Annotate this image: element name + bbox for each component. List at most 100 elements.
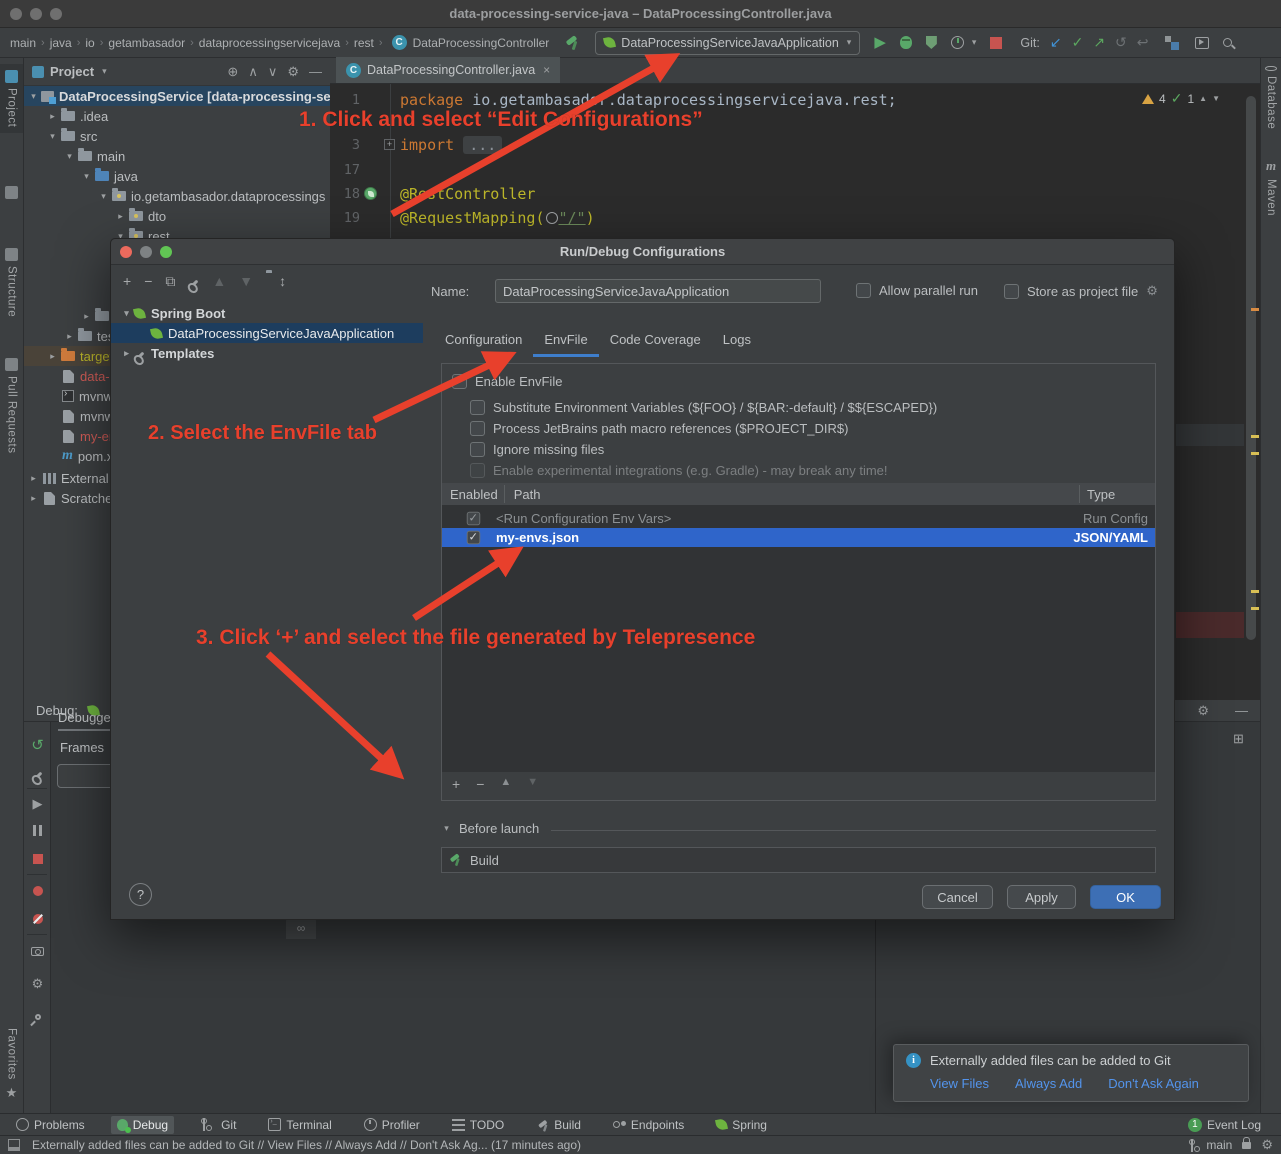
diagram-icon[interactable] [1164,35,1179,50]
tool-window-terminal[interactable]: Terminal [262,1116,337,1134]
dialog-window-controls[interactable] [120,246,180,258]
sort-configurations-icon[interactable]: ↕ [279,273,286,290]
pause-icon[interactable] [24,824,51,839]
git-push-icon[interactable]: ↗ [1093,34,1105,51]
tab-envfile[interactable]: EnvFile [533,325,599,357]
stop-icon[interactable] [24,852,51,867]
profiler-button[interactable] [950,36,964,49]
url-mapping-icon[interactable] [545,212,558,224]
remove-configuration-icon[interactable]: − [144,273,152,290]
path-macro-checkbox[interactable]: Process JetBrains path macro references … [470,421,848,436]
git-branch-name[interactable]: main [1206,1138,1232,1152]
tool-window-todo[interactable]: TODO [446,1116,510,1134]
close-window-icon[interactable] [10,8,22,20]
tool-window-git[interactable]: Git [194,1116,242,1134]
tab-code-coverage[interactable]: Code Coverage [599,325,712,357]
before-launch-section[interactable]: Before launch [441,821,539,836]
checkbox-icon[interactable] [470,421,485,436]
enable-envfile-checkbox[interactable]: Enable EnvFile [452,373,562,389]
wrench-icon[interactable] [24,766,51,782]
chevron-right-icon[interactable] [28,473,39,484]
add-env-file-icon[interactable]: + [452,776,460,792]
breadcrumb-rest[interactable]: rest [354,36,374,50]
edit-defaults-icon[interactable] [188,273,199,290]
tool-window-debug[interactable]: Debug [110,1115,175,1134]
breadcrumb-class[interactable]: DataProcessingController [413,36,550,50]
scrollbar-mark[interactable] [1251,308,1259,311]
expand-all-icon[interactable]: ∨ [268,64,278,80]
checkbox-icon[interactable] [470,400,485,415]
tree-row-idea[interactable]: .idea [24,106,330,126]
checkbox-checked-icon[interactable] [466,530,481,545]
add-configuration-icon[interactable]: + [123,273,131,290]
tree-row-dto[interactable]: dto [24,206,330,226]
locate-icon[interactable]: ⊕ [227,64,238,80]
help-button[interactable]: ? [129,883,152,906]
build-hammer-icon[interactable] [565,35,581,51]
sidebar-item-maven[interactable]: m Maven [1261,158,1281,216]
git-commit-icon[interactable]: ✓ [1072,34,1084,51]
chevron-down-icon[interactable] [81,171,92,182]
tab-configuration[interactable]: Configuration [434,325,533,357]
profiler-dropdown-icon[interactable]: ▾ [972,37,977,48]
scrollbar-mark[interactable] [1251,452,1259,455]
copy-configuration-icon[interactable]: ⧉ [165,273,175,290]
close-dialog-icon[interactable] [120,246,132,258]
tool-window-spring[interactable]: Spring [710,1116,773,1134]
tool-window-build[interactable]: Build [530,1116,587,1134]
spring-bean-gutter-icon[interactable] [364,187,377,200]
tree-row-package[interactable]: io.getambasador.dataprocessings [24,186,330,206]
commit-tool-icon[interactable] [0,186,23,199]
view-files-link[interactable]: View Files [930,1076,989,1091]
table-row-my-envs-json[interactable]: my-envs.json JSON/YAML [442,528,1155,547]
column-header-enabled[interactable]: Enabled [450,487,498,502]
gear-icon[interactable]: ⚙ [287,64,299,80]
tab-logs[interactable]: Logs [712,325,762,357]
breadcrumb-main[interactable]: main [10,36,36,50]
move-down-icon[interactable]: ▼ [239,273,253,290]
editor-scrollbar[interactable] [1246,96,1256,640]
next-issue-icon[interactable]: ▼ [1212,94,1220,103]
run-configuration-select[interactable]: DataProcessingServiceJavaApplication ▾ [595,30,861,55]
tree-group-spring-boot[interactable]: Spring Boot [111,303,423,323]
before-launch-build-task[interactable]: Build [441,847,1156,873]
sidebar-item-database[interactable]: Database [1261,66,1281,129]
scrollbar-mark[interactable] [1251,607,1259,610]
collapse-all-icon[interactable]: ∧ [248,64,258,80]
snapshot-icon[interactable] [24,944,51,959]
scrollbar-mark[interactable] [1251,435,1259,438]
fold-expand-icon[interactable]: + [384,139,395,150]
stop-button[interactable] [990,36,1003,49]
hide-panel-icon[interactable]: — [1235,703,1248,718]
column-header-path[interactable]: Path [514,487,541,502]
chevron-down-icon[interactable] [121,308,132,319]
tool-window-endpoints[interactable]: Endpoints [607,1116,690,1134]
git-rollback-icon[interactable]: ↩ [1137,34,1149,51]
run-button[interactable]: ▶ [874,35,886,50]
tree-item-selected-configuration[interactable]: DataProcessingServiceJavaApplication [111,323,423,343]
tree-row-java[interactable]: java [24,166,330,186]
tree-row-project-root[interactable]: DataProcessingService [data-processing-s… [24,86,330,106]
pin-icon[interactable] [24,1008,51,1023]
ok-button[interactable]: OK [1090,885,1161,909]
sidebar-item-project[interactable]: Project [0,64,23,134]
apply-button[interactable]: Apply [1007,885,1076,909]
window-controls[interactable] [10,8,70,20]
chevron-down-icon[interactable] [98,191,109,202]
column-header-type[interactable]: Type [1087,487,1115,502]
status-message[interactable]: Externally added files can be added to G… [32,1138,581,1152]
close-icon[interactable]: × [543,63,550,77]
sidebar-item-pull-requests[interactable]: Pull Requests [0,358,23,453]
chevron-right-icon[interactable] [28,493,39,504]
substitute-env-vars-checkbox[interactable]: Substitute Environment Variables (${FOO}… [470,400,937,415]
coverage-button[interactable] [925,36,937,49]
mute-breakpoints-icon[interactable] [24,912,51,927]
scrollbar-mark[interactable] [1251,590,1259,593]
tree-row-main[interactable]: main [24,146,330,166]
tree-row-src[interactable]: src [24,126,330,146]
chevron-right-icon[interactable] [47,111,58,122]
breadcrumb-io[interactable]: io [85,36,94,50]
search-icon[interactable] [1222,38,1232,47]
move-up-icon[interactable]: ▲ [500,776,511,792]
minimize-dialog-icon[interactable] [140,246,152,258]
